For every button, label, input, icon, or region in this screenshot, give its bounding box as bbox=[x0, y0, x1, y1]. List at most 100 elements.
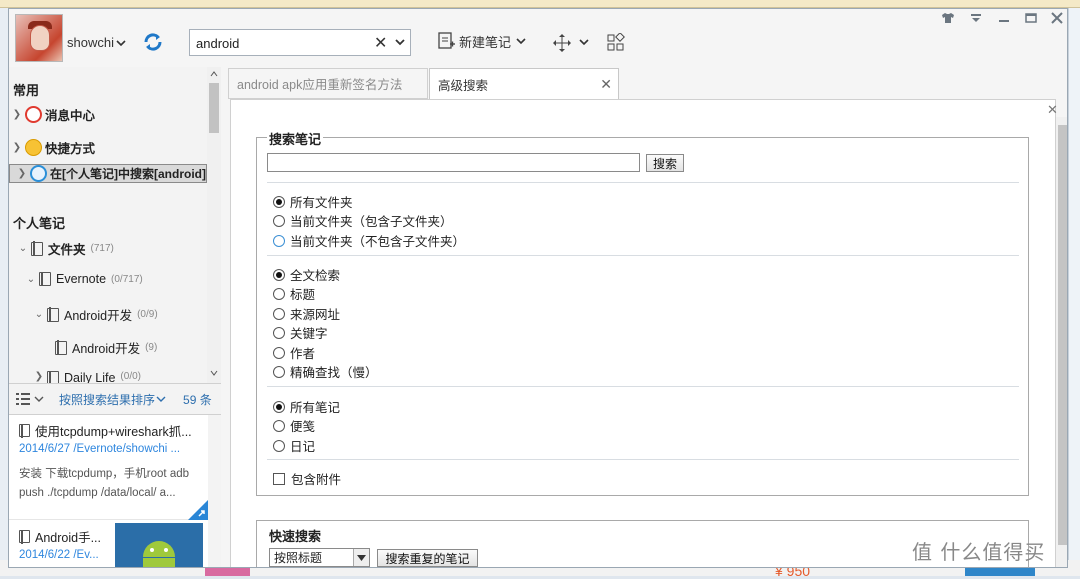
scrollbar-thumb[interactable] bbox=[1058, 125, 1067, 545]
search-icon bbox=[30, 165, 47, 182]
field-keyword-radio[interactable]: 关键字 bbox=[273, 323, 328, 342]
search-notes-group: 搜索笔记 搜索 所有文件夹 当前文件夹（包含子文件夹） 当前文件夹（不包含子文件… bbox=[256, 129, 1029, 496]
user-menu[interactable]: showchi bbox=[67, 35, 126, 50]
list-item[interactable]: 使用tcpdump+wireshark抓... 2014/6/27 /Evern… bbox=[9, 415, 208, 520]
quick-search-select[interactable]: 按照标题 bbox=[269, 548, 370, 567]
menu-icon[interactable] bbox=[969, 12, 983, 24]
radio-icon bbox=[273, 439, 285, 452]
sidebar-scrollbar[interactable] bbox=[207, 67, 221, 383]
notebook-icon bbox=[47, 307, 59, 322]
background-right-edge bbox=[1068, 8, 1080, 576]
option-label: 关键字 bbox=[290, 327, 328, 341]
tree-item-android-dev-group[interactable]: ⌄ Android开发 (0/9) bbox=[31, 305, 158, 324]
tree-item-daily-life[interactable]: ❯ Daily Life (0/0) bbox=[31, 371, 141, 383]
list-item[interactable]: Android手... 2014/6/22 /Ev... bbox=[9, 521, 208, 567]
quick-search-legend: 快速搜索 bbox=[267, 526, 324, 545]
close-icon[interactable] bbox=[1050, 12, 1064, 24]
tree-item-folders[interactable]: ⌄ 文件夹 (717) bbox=[15, 239, 114, 258]
clear-search-icon[interactable]: ✕ bbox=[374, 33, 387, 53]
scope-current-without-sub-radio[interactable]: 当前文件夹（不包含子文件夹） bbox=[273, 231, 465, 250]
list-view-icon[interactable] bbox=[15, 392, 31, 406]
checkbox-icon bbox=[273, 472, 285, 485]
move-icon[interactable] bbox=[552, 33, 572, 53]
layout-icon[interactable] bbox=[606, 33, 626, 53]
sort-dropdown[interactable]: 按照搜索结果排序 bbox=[59, 391, 155, 408]
chevron-right-icon: ❯ bbox=[12, 109, 22, 120]
note-list-scrollbar[interactable] bbox=[208, 415, 221, 567]
chevron-down-icon bbox=[353, 549, 369, 566]
option-label: 作者 bbox=[290, 347, 316, 361]
option-label: 所有文件夹 bbox=[290, 196, 353, 210]
divider bbox=[267, 255, 1019, 256]
field-title-radio[interactable]: 标题 bbox=[273, 284, 315, 303]
pin-corner-icon[interactable] bbox=[188, 500, 208, 520]
sync-icon[interactable] bbox=[142, 31, 164, 53]
android-robot-icon bbox=[143, 541, 175, 567]
username-label: showchi bbox=[67, 35, 114, 50]
search-duplicates-button[interactable]: 搜索重复的笔记 bbox=[377, 549, 478, 567]
note-title: 使用tcpdump+wireshark抓... bbox=[35, 425, 192, 439]
tab-label: 高级搜索 bbox=[438, 78, 489, 93]
tree-item-count: (0/9) bbox=[137, 309, 158, 320]
include-attachments-checkbox[interactable]: 包含附件 bbox=[273, 469, 341, 488]
search-input[interactable] bbox=[196, 34, 361, 52]
tree-item-android-dev[interactable]: Android开发 (9) bbox=[55, 338, 157, 357]
new-note-label: 新建笔记 bbox=[459, 34, 512, 50]
scope-all-folders-radio[interactable]: 所有文件夹 bbox=[273, 192, 353, 211]
type-diary-radio[interactable]: 日记 bbox=[273, 436, 315, 455]
radio-selected-icon bbox=[273, 195, 285, 208]
note-meta: 2014/6/22 /Ev... bbox=[19, 549, 99, 561]
minimize-icon[interactable] bbox=[997, 12, 1011, 24]
divider bbox=[267, 386, 1019, 387]
close-panel-icon[interactable]: ✕ bbox=[1047, 102, 1058, 118]
tab-advanced-search[interactable]: 高级搜索 ✕ bbox=[429, 68, 619, 99]
radio-selected-icon bbox=[273, 400, 285, 413]
option-label: 便笺 bbox=[290, 420, 316, 434]
sidebar-item-shortcuts[interactable]: ❯ 快捷方式 bbox=[9, 131, 207, 164]
option-label: 当前文件夹（不包含子文件夹） bbox=[290, 235, 466, 249]
option-label: 标题 bbox=[290, 288, 316, 302]
note-icon bbox=[19, 529, 30, 544]
radio-icon bbox=[273, 214, 285, 227]
sidebar: 常用 ❯ 消息中心 ❯ 快捷方式 ❯ 在[个人笔记]中搜索[android] 个… bbox=[9, 67, 221, 567]
shortcut-icon bbox=[25, 139, 42, 156]
search-history-dropdown-icon[interactable] bbox=[394, 35, 406, 49]
content-scrollbar[interactable] bbox=[1056, 117, 1067, 567]
scrollbar-thumb[interactable] bbox=[209, 83, 219, 133]
chevron-right-icon: ❯ bbox=[34, 371, 44, 382]
field-author-radio[interactable]: 作者 bbox=[273, 343, 315, 362]
type-all-notes-radio[interactable]: 所有笔记 bbox=[273, 397, 340, 416]
chevron-down-icon[interactable] bbox=[577, 38, 591, 48]
search-text-input[interactable] bbox=[267, 153, 640, 172]
divider bbox=[267, 459, 1019, 460]
tree-item-label: Android开发 bbox=[64, 309, 133, 323]
shirt-icon[interactable] bbox=[941, 12, 955, 24]
radio-icon bbox=[273, 287, 285, 300]
sidebar-item-label: 消息中心 bbox=[45, 109, 96, 123]
chevron-down-icon: ⌄ bbox=[34, 309, 44, 320]
type-memo-radio[interactable]: 便笺 bbox=[273, 416, 315, 435]
field-fulltext-radio[interactable]: 全文检索 bbox=[273, 265, 340, 284]
tree-item-count: (0/0) bbox=[120, 371, 141, 382]
field-exact-radio[interactable]: 精确查找（慢） bbox=[273, 362, 378, 381]
new-note-button[interactable]: 新建笔记 bbox=[436, 31, 528, 51]
sidebar-item-search-results[interactable]: ❯ 在[个人笔记]中搜索[android] bbox=[9, 164, 207, 183]
divider bbox=[267, 182, 1019, 183]
tab-apk-resign[interactable]: android apk应用重新签名方法 bbox=[228, 68, 428, 99]
notebook-icon bbox=[39, 271, 51, 286]
sidebar-item-message-center[interactable]: ❯ 消息中心 bbox=[9, 98, 207, 131]
avatar[interactable] bbox=[15, 14, 63, 62]
option-label: 全文检索 bbox=[290, 269, 341, 283]
maximize-icon[interactable] bbox=[1024, 12, 1038, 24]
watermark: 值 什么值得买 bbox=[912, 540, 1046, 564]
radio-icon bbox=[273, 326, 285, 339]
tree-item-count: (0/717) bbox=[111, 273, 143, 285]
chevron-down-icon[interactable] bbox=[33, 394, 45, 404]
field-source-url-radio[interactable]: 来源网址 bbox=[273, 304, 340, 323]
tree-item-evernote[interactable]: ⌄ Evernote (0/717) bbox=[23, 271, 143, 286]
search-button[interactable]: 搜索 bbox=[646, 154, 684, 172]
section-common: 常用 bbox=[13, 83, 40, 98]
close-tab-icon[interactable]: ✕ bbox=[600, 76, 612, 93]
tree-item-count: (9) bbox=[145, 342, 158, 353]
scope-current-with-sub-radio[interactable]: 当前文件夹（包含子文件夹） bbox=[273, 211, 453, 230]
